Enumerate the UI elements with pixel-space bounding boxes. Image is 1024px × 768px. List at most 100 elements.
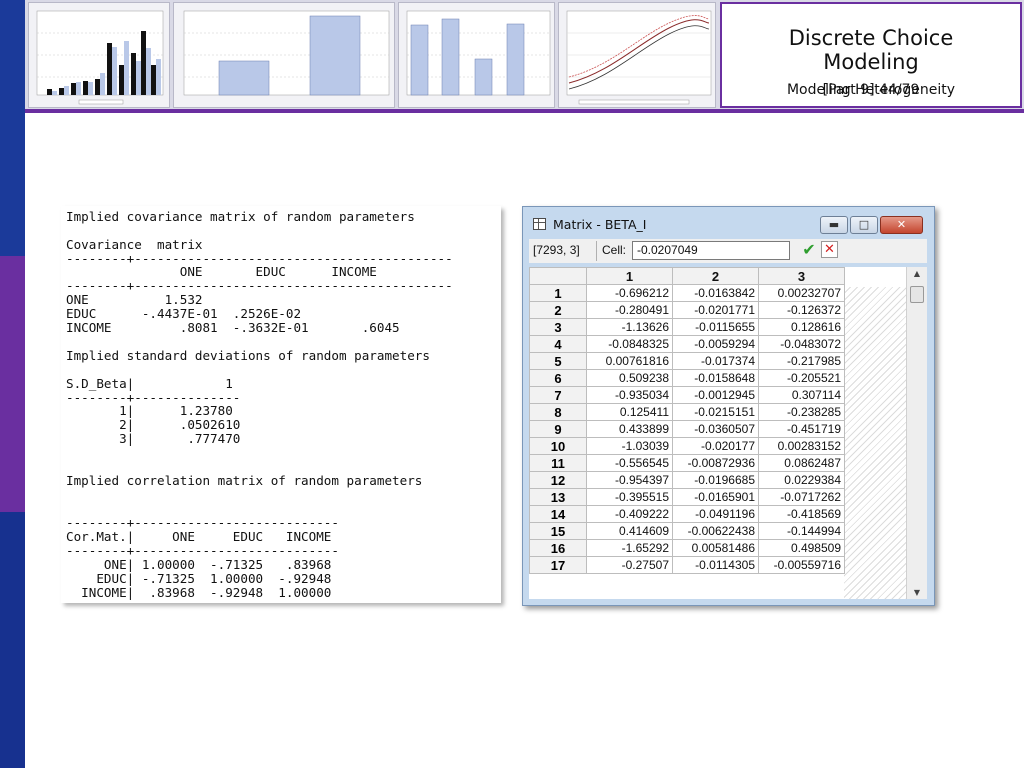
table-cell[interactable]: -0.0483072 xyxy=(758,335,845,353)
table-cell[interactable]: -0.395515 xyxy=(586,488,673,506)
scroll-down-icon[interactable]: ▼ xyxy=(907,588,927,597)
table-cell[interactable]: -0.020177 xyxy=(672,437,759,455)
slide-title-line2: Modeling xyxy=(823,50,919,74)
row-header[interactable]: 13 xyxy=(529,488,587,506)
table-cell[interactable]: -0.954397 xyxy=(586,471,673,489)
table-cell[interactable]: -1.65292 xyxy=(586,539,673,557)
table-cell[interactable]: -0.556545 xyxy=(586,454,673,472)
table-cell[interactable]: -0.27507 xyxy=(586,556,673,574)
table-cell[interactable]: -0.205521 xyxy=(758,369,845,387)
table-cell[interactable]: 0.307114 xyxy=(758,386,845,404)
table-cell[interactable]: -0.0012945 xyxy=(672,386,759,404)
table-cell[interactable]: -0.126372 xyxy=(758,301,845,319)
table-cell[interactable]: -0.280491 xyxy=(586,301,673,319)
row-header[interactable]: 15 xyxy=(529,522,587,540)
row-header[interactable]: 6 xyxy=(529,369,587,387)
cancel-x-icon[interactable]: ✕ xyxy=(821,241,838,258)
slide-title-line1: Discrete Choice xyxy=(788,26,954,50)
cell-value-input[interactable]: -0.0207049 xyxy=(632,241,790,260)
table-cell[interactable]: -0.144994 xyxy=(758,522,845,540)
table-cell[interactable]: -0.0360507 xyxy=(672,420,759,438)
table-cell[interactable]: -0.409222 xyxy=(586,505,673,523)
correlation-column-header: Cor.Mat.| ONE EDUC INCOME xyxy=(66,529,332,544)
table-row: 17 -0.27507 -0.0114305 -0.00559716 xyxy=(529,556,845,574)
table-cell[interactable]: -0.00872936 xyxy=(672,454,759,472)
row-header[interactable]: 17 xyxy=(529,556,587,574)
table-cell[interactable]: -0.0165901 xyxy=(672,488,759,506)
table-cell[interactable]: -0.0215151 xyxy=(672,403,759,421)
table-cell[interactable]: -0.935034 xyxy=(586,386,673,404)
cell-toolbar: [7293, 3] Cell: -0.0207049 ✔ ✕ xyxy=(529,239,927,263)
table-cell[interactable]: 0.498509 xyxy=(758,539,845,557)
table-cell[interactable]: -0.00622438 xyxy=(672,522,759,540)
table-cell[interactable]: -0.217985 xyxy=(758,352,845,370)
table-cell[interactable]: 0.509238 xyxy=(586,369,673,387)
table-cell[interactable]: -0.0114305 xyxy=(672,556,759,574)
scroll-up-icon[interactable]: ▲ xyxy=(907,269,927,278)
confirm-check-icon[interactable]: ✔ xyxy=(800,241,818,259)
table-cell[interactable]: -0.017374 xyxy=(672,352,759,370)
row-header[interactable]: 2 xyxy=(529,301,587,319)
row-header[interactable]: 4 xyxy=(529,335,587,353)
row-header[interactable]: 1 xyxy=(529,284,587,302)
correlation-row-educ: EDUC| -.71325 1.00000 -.92948 xyxy=(66,571,332,586)
table-row: 12 -0.954397 -0.0196685 0.0229384 xyxy=(529,471,845,489)
matrix-window[interactable]: Matrix - BETA_I ▬ □ ✕ [7293, 3] Cell: -0… xyxy=(522,206,935,606)
scroll-thumb[interactable] xyxy=(910,286,924,303)
table-cell[interactable]: -0.0201771 xyxy=(672,301,759,319)
accent-bar-bottom xyxy=(0,512,25,768)
cell-label: Cell: xyxy=(602,243,627,257)
table-cell[interactable]: 0.433899 xyxy=(586,420,673,438)
table-cell[interactable]: -1.03039 xyxy=(586,437,673,455)
row-header[interactable]: 8 xyxy=(529,403,587,421)
slide-title-box: Discrete Choice Modeling Modeling Hetero… xyxy=(720,2,1022,108)
table-cell[interactable]: 0.0862487 xyxy=(758,454,845,472)
covariance-row-income: INCOME .8081 -.3632E-01 .6045 xyxy=(66,320,400,335)
row-header[interactable]: 10 xyxy=(529,437,587,455)
table-cell[interactable]: -0.0115655 xyxy=(672,318,759,336)
table-cell[interactable]: 0.125411 xyxy=(586,403,673,421)
table-cell[interactable]: -0.0059294 xyxy=(672,335,759,353)
table-cell[interactable]: 0.128616 xyxy=(758,318,845,336)
row-header[interactable]: 3 xyxy=(529,318,587,336)
row-header[interactable]: 16 xyxy=(529,539,587,557)
matrix-grid[interactable]: 1 2 3 1 -0.696212 -0.0163842 0.00232707 2 -0… xyxy=(529,267,927,599)
table-cell[interactable]: 0.00581486 xyxy=(672,539,759,557)
row-header[interactable]: 12 xyxy=(529,471,587,489)
vertical-scrollbar[interactable]: ▲ ▼ xyxy=(906,267,927,599)
minimize-button[interactable]: ▬ xyxy=(820,216,848,234)
std-dev-heading: Implied standard deviations of random pa… xyxy=(66,348,430,363)
row-header[interactable]: 7 xyxy=(529,386,587,404)
table-cell[interactable]: 0.00761816 xyxy=(586,352,673,370)
table-cell[interactable]: 0.414609 xyxy=(586,522,673,540)
covariance-row-one: ONE 1.532 xyxy=(66,292,203,307)
table-cell[interactable]: -0.00559716 xyxy=(758,556,845,574)
row-header[interactable]: 11 xyxy=(529,454,587,472)
table-cell[interactable]: -0.0196685 xyxy=(672,471,759,489)
table-cell[interactable]: -0.0491196 xyxy=(672,505,759,523)
column-header-1[interactable]: 1 xyxy=(586,267,673,285)
table-cell[interactable]: -0.418569 xyxy=(758,505,845,523)
column-header-3[interactable]: 3 xyxy=(758,267,845,285)
row-header[interactable]: 9 xyxy=(529,420,587,438)
table-cell[interactable]: 0.00232707 xyxy=(758,284,845,302)
table-cell[interactable]: -0.0163842 xyxy=(672,284,759,302)
row-header[interactable]: 14 xyxy=(529,505,587,523)
column-header-2[interactable]: 2 xyxy=(672,267,759,285)
close-button[interactable]: ✕ xyxy=(880,216,923,234)
table-cell[interactable]: -1.13626 xyxy=(586,318,673,336)
table-cell[interactable]: -0.0158648 xyxy=(672,369,759,387)
table-cell[interactable]: -0.0848325 xyxy=(586,335,673,353)
table-row: 4 -0.0848325 -0.0059294 -0.0483072 xyxy=(529,335,845,353)
table-cell[interactable]: -0.0717262 xyxy=(758,488,845,506)
corner-cell[interactable] xyxy=(529,267,587,285)
table-row: 9 0.433899 -0.0360507 -0.451719 xyxy=(529,420,845,438)
table-cell[interactable]: -0.451719 xyxy=(758,420,845,438)
table-cell[interactable]: -0.238285 xyxy=(758,403,845,421)
maximize-button[interactable]: □ xyxy=(850,216,878,234)
table-cell[interactable]: 0.0229384 xyxy=(758,471,845,489)
table-cell[interactable]: 0.00283152 xyxy=(758,437,845,455)
row-header[interactable]: 5 xyxy=(529,352,587,370)
table-cell[interactable]: -0.696212 xyxy=(586,284,673,302)
slide-part-page: [Part 9] 44/79 xyxy=(822,82,920,98)
